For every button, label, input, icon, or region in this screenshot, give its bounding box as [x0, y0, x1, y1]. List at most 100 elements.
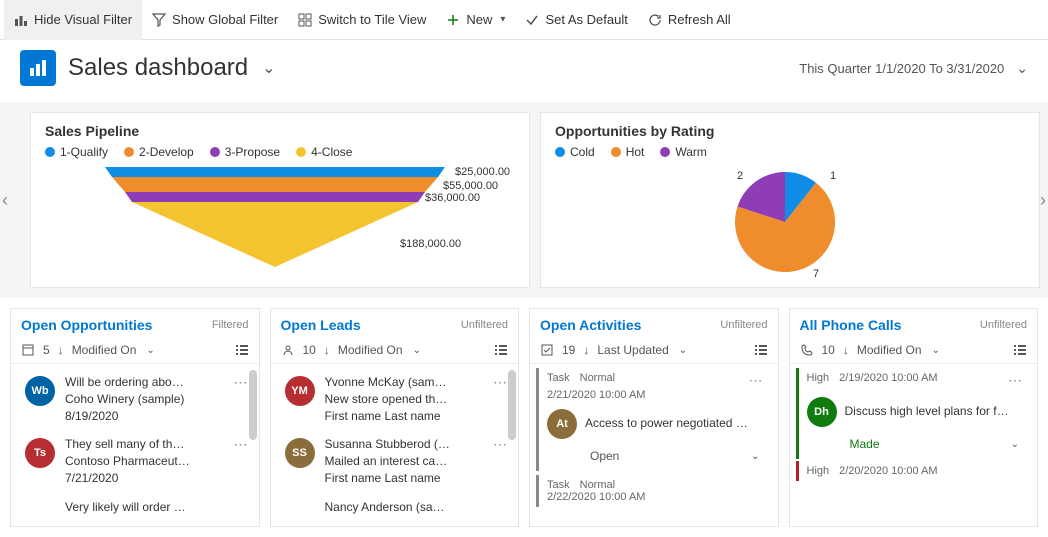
command-bar: Hide Visual Filter Show Global Filter Sw…: [0, 0, 1048, 40]
more-icon[interactable]: ⋯: [1004, 372, 1027, 389]
item-extra: First name Last name: [325, 470, 480, 487]
chart-legend: 1-Qualify 2-Develop 3-Propose 4-Close: [45, 145, 515, 159]
card-filter-status: Filtered: [212, 319, 249, 331]
svg-text:7: 7: [813, 268, 819, 277]
switch-tile-view-button[interactable]: Switch to Tile View: [288, 0, 436, 40]
opportunities-rating-chart[interactable]: Opportunities by Rating Cold Hot Warm 1 …: [540, 112, 1040, 288]
item-subtitle: Coho Winery (sample): [65, 391, 220, 408]
header-left: Sales dashboard ⌄: [20, 50, 276, 86]
list-item[interactable]: Very likely will order …: [21, 493, 257, 522]
page-header: Sales dashboard ⌄ This Quarter 1/1/2020 …: [0, 40, 1048, 102]
open-opportunities-card: Open Opportunities Filtered 5 ↓ Modified…: [10, 308, 260, 527]
list-item[interactable]: SS Susanna Stubberod (… Mailed an intere…: [281, 430, 517, 492]
sort-arrow-icon[interactable]: ↓: [58, 343, 64, 357]
legend-item: 3-Propose: [210, 145, 280, 159]
plus-icon: [446, 13, 460, 27]
phone-icon: [800, 343, 814, 357]
scrollbar[interactable]: [249, 370, 257, 440]
record-type-icon: [21, 343, 35, 357]
item-title: Yvonne McKay (sam…: [325, 374, 480, 391]
item-subtitle: Mailed an interest ca…: [325, 453, 480, 470]
activity-subject: Access to power negotiated …: [585, 416, 748, 430]
activity-priority: Normal: [580, 372, 615, 384]
activity-date: 2/22/2020 10:00 AM: [547, 491, 645, 503]
new-button[interactable]: New ▾: [436, 0, 515, 40]
scrollbar[interactable]: [508, 370, 516, 440]
hide-visual-filter-button[interactable]: Hide Visual Filter: [4, 0, 142, 40]
activity-priority: Normal: [580, 479, 615, 491]
chevron-down-icon[interactable]: ⌄: [262, 58, 275, 78]
more-icon[interactable]: ⋯: [745, 372, 768, 389]
chevron-down-icon: ⌄: [1016, 60, 1028, 77]
item-title: Nancy Anderson (sa…: [325, 499, 513, 516]
count: 19: [562, 343, 575, 357]
view-options-icon[interactable]: [1013, 343, 1027, 357]
sort-field[interactable]: Modified On: [857, 343, 922, 357]
card-filter-status: Unfiltered: [720, 319, 767, 331]
card-title[interactable]: Open Opportunities: [21, 317, 152, 333]
activity-type: Task: [547, 479, 570, 491]
sort-field[interactable]: Modified On: [72, 343, 137, 357]
count: 10: [822, 343, 835, 357]
sort-field[interactable]: Modified On: [338, 343, 403, 357]
card-title[interactable]: All Phone Calls: [800, 317, 902, 333]
card-title[interactable]: Open Activities: [540, 317, 641, 333]
toolbar-label: Set As Default: [545, 12, 627, 27]
list-item[interactable]: Ts They sell many of th… Contoso Pharmac…: [21, 430, 257, 492]
chart-title: Opportunities by Rating: [555, 123, 1025, 139]
sort-arrow-icon[interactable]: ↓: [324, 343, 330, 357]
charts-prev-button[interactable]: ‹: [0, 185, 15, 215]
chevron-down-icon[interactable]: ⌄: [751, 451, 759, 462]
avatar: SS: [285, 438, 315, 468]
charts-next-button[interactable]: ›: [1033, 185, 1048, 215]
chevron-down-icon[interactable]: ⌄: [679, 345, 687, 356]
tile-icon: [298, 13, 312, 27]
item-extra: First name Last name: [325, 408, 480, 425]
lead-icon: [281, 343, 295, 357]
phone-subject: Discuss high level plans for f…: [845, 404, 1009, 418]
refresh-all-button[interactable]: Refresh All: [638, 0, 741, 40]
charts-row: ‹ › Sales Pipeline 1-Qualify 2-Develop 3…: [0, 102, 1048, 298]
legend-item: 4-Close: [296, 145, 352, 159]
avatar: Dh: [807, 397, 837, 427]
sort-arrow-icon[interactable]: ↓: [583, 343, 589, 357]
sales-pipeline-chart[interactable]: Sales Pipeline 1-Qualify 2-Develop 3-Pro…: [30, 112, 530, 288]
list-item[interactable]: Wb Will be ordering abo… Coho Winery (sa…: [21, 368, 257, 430]
sort-arrow-icon[interactable]: ↓: [843, 343, 849, 357]
pie-chart: 1 7 2: [555, 167, 1025, 277]
list-item[interactable]: Nancy Anderson (sa…: [281, 493, 517, 522]
open-leads-card: Open Leads Unfiltered 10 ↓ Modified On ⌄…: [270, 308, 520, 527]
sort-field[interactable]: Last Updated: [597, 343, 668, 357]
list-item[interactable]: YM Yvonne McKay (sam… New store opened t…: [281, 368, 517, 430]
phone-priority: High: [807, 372, 830, 384]
chevron-down-icon[interactable]: ⌄: [1011, 439, 1019, 450]
set-default-button[interactable]: Set As Default: [515, 0, 637, 40]
svg-text:$188,000.00: $188,000.00: [400, 238, 461, 250]
view-options-icon[interactable]: [235, 343, 249, 357]
chart-legend: Cold Hot Warm: [555, 145, 1025, 159]
view-options-icon[interactable]: [494, 343, 508, 357]
activity-item[interactable]: Task Normal ⋯ 2/21/2020 10:00 AM At Acce…: [536, 368, 776, 471]
phone-item[interactable]: High 2/19/2020 10:00 AM ⋯ Dh Discuss hig…: [796, 368, 1036, 459]
activity-icon: [540, 343, 554, 357]
page-title: Sales dashboard: [68, 54, 248, 82]
card-title[interactable]: Open Leads: [281, 317, 361, 333]
chevron-down-icon[interactable]: ⌄: [932, 345, 940, 356]
avatar: At: [547, 409, 577, 439]
activity-type: Task: [547, 372, 570, 384]
chevron-down-icon[interactable]: ⌄: [413, 345, 421, 356]
all-phone-calls-card: All Phone Calls Unfiltered 10 ↓ Modified…: [789, 308, 1039, 527]
phone-item[interactable]: High 2/20/2020 10:00 AM: [796, 461, 1036, 481]
chevron-down-icon[interactable]: ⌄: [146, 345, 154, 356]
view-options-icon[interactable]: [754, 343, 768, 357]
date-range-selector[interactable]: This Quarter 1/1/2020 To 3/31/2020 ⌄: [799, 60, 1028, 77]
more-icon[interactable]: ⋯: [230, 436, 253, 453]
phone-date: 2/19/2020 10:00 AM: [839, 372, 937, 384]
toolbar-label: New: [466, 12, 492, 27]
item-title: They sell many of th…: [65, 436, 220, 453]
toolbar-label: Hide Visual Filter: [34, 12, 132, 27]
show-global-filter-button[interactable]: Show Global Filter: [142, 0, 288, 40]
item-title: Susanna Stubberod (…: [325, 436, 480, 453]
activity-item[interactable]: Task Normal 2/22/2020 10:00 AM: [536, 475, 776, 507]
check-icon: [525, 13, 539, 27]
